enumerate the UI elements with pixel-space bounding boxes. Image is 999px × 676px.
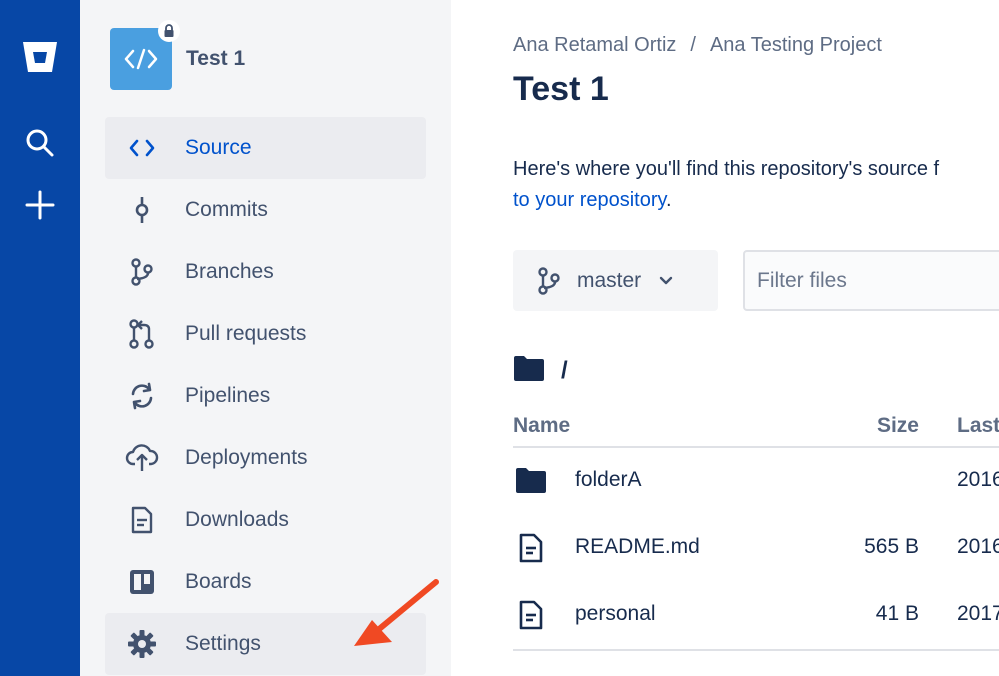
file-table: Name Size Last folderA 2016 README.md 56… [513, 404, 999, 651]
sidebar-item-label: Deployments [185, 446, 308, 469]
page-title: Test 1 [513, 70, 609, 108]
board-icon [105, 568, 179, 596]
file-size: 565 B [864, 535, 919, 558]
folder-icon [513, 354, 545, 387]
sidebar-item-commits[interactable]: Commits [105, 179, 426, 241]
column-name-header[interactable]: Name [513, 414, 570, 438]
table-divider [513, 649, 999, 651]
repo-name: Test 1 [186, 47, 246, 70]
repo-description: Here's where you'll find this repository… [513, 154, 939, 216]
sidebar-item-label: Boards [185, 570, 252, 593]
file-name[interactable]: README.md [575, 535, 700, 559]
chevron-down-icon [659, 276, 673, 286]
sidebar-item-deployments[interactable]: Deployments [105, 427, 426, 489]
branch-selector-button[interactable]: master [513, 250, 718, 311]
file-name[interactable]: folderA [575, 468, 642, 492]
file-last-modified: 2016 [957, 468, 999, 491]
sidebar-item-downloads[interactable]: Downloads [105, 489, 426, 551]
column-size-header[interactable]: Size [877, 414, 919, 438]
cloud-upload-icon [105, 444, 179, 472]
table-row[interactable]: personal 41 B 2017 [513, 582, 999, 649]
file-last-modified: 2017 [957, 602, 999, 625]
sidebar-item-pull-requests[interactable]: Pull requests [105, 303, 426, 365]
branch-icon [537, 266, 561, 295]
bitbucket-logo-icon[interactable] [0, 40, 80, 74]
table-row[interactable]: folderA 2016 [513, 448, 999, 515]
repo-header[interactable]: Test 1 [110, 20, 246, 90]
pull-request-icon [105, 319, 179, 349]
sidebar-item-label: Source [185, 136, 252, 159]
path-text: / [561, 356, 568, 384]
file-icon [513, 533, 549, 563]
current-path: / [513, 354, 568, 387]
sidebar: Test 1 Source Commits Branches Pull requ… [80, 0, 451, 676]
sidebar-item-label: Downloads [185, 508, 289, 531]
table-header: Name Size Last [513, 404, 999, 448]
breadcrumb-separator: / [690, 34, 696, 56]
sidebar-item-source[interactable]: Source [105, 117, 426, 179]
sidebar-item-label: Pull requests [185, 322, 307, 345]
sidebar-item-label: Commits [185, 198, 268, 221]
pipelines-icon [105, 382, 179, 410]
document-icon [105, 506, 179, 534]
search-icon[interactable] [0, 128, 80, 158]
main-content: Ana Retamal Ortiz / Ana Testing Project Te… [451, 0, 999, 676]
annotation-arrow-icon [354, 579, 439, 646]
description-text: Here's where you'll find this repository… [513, 158, 940, 180]
filter-files-input[interactable] [743, 250, 999, 311]
plus-icon[interactable] [0, 190, 80, 220]
sidebar-item-label: Pipelines [185, 384, 271, 407]
description-link[interactable]: to your repository [513, 189, 666, 211]
column-last-header[interactable]: Last [957, 414, 999, 438]
file-icon [513, 600, 549, 630]
gear-icon [105, 629, 179, 659]
branch-icon [105, 258, 179, 286]
file-last-modified: 2016 [957, 535, 999, 558]
description-end: . [666, 189, 672, 211]
lock-icon [158, 20, 180, 42]
breadcrumb-project[interactable]: Ana Testing Project [710, 34, 882, 56]
sidebar-item-pipelines[interactable]: Pipelines [105, 365, 426, 427]
repo-avatar [110, 20, 180, 90]
branch-name: master [577, 268, 642, 292]
code-icon [105, 138, 179, 158]
sidebar-item-label: Settings [185, 632, 261, 655]
sidebar-item-label: Branches [185, 260, 274, 283]
file-size: 41 B [875, 602, 919, 625]
commit-icon [105, 196, 179, 224]
table-row[interactable]: README.md 565 B 2016 [513, 515, 999, 582]
folder-icon [513, 466, 549, 494]
sidebar-item-branches[interactable]: Branches [105, 241, 426, 303]
global-nav [0, 0, 80, 676]
breadcrumb: Ana Retamal Ortiz / Ana Testing Project [513, 34, 882, 57]
breadcrumb-owner[interactable]: Ana Retamal Ortiz [513, 34, 676, 56]
file-name[interactable]: personal [575, 602, 656, 626]
code-avatar-icon [124, 48, 158, 70]
